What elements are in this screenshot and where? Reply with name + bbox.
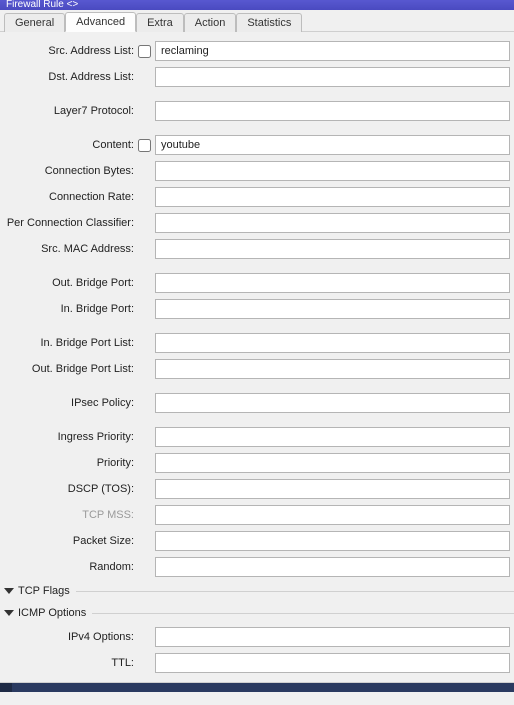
input-ttl[interactable] [155, 653, 510, 673]
label-out-bridge-port: Out. Bridge Port: [0, 277, 138, 289]
bottom-bar-segment [0, 683, 12, 692]
input-layer7-protocol[interactable] [155, 101, 510, 121]
tab-statistics[interactable]: Statistics [236, 13, 302, 32]
tab-label: General [15, 17, 54, 29]
input-tcp-mss[interactable] [155, 505, 510, 525]
label-layer7-protocol: Layer7 Protocol: [0, 105, 138, 117]
input-connection-rate[interactable] [155, 187, 510, 207]
bottom-bar-segment [12, 683, 514, 692]
form-advanced: Src. Address List: Dst. Address List: La… [0, 32, 514, 682]
input-per-connection-classifier[interactable] [155, 213, 510, 233]
label-dst-address-list: Dst. Address List: [0, 71, 138, 83]
tab-label: Statistics [247, 17, 291, 29]
invert-src-address-list[interactable] [138, 45, 151, 58]
input-ipv4-options[interactable] [155, 627, 510, 647]
label-ingress-priority: Ingress Priority: [0, 431, 138, 443]
input-in-bridge-port-list[interactable] [155, 333, 510, 353]
input-dst-address-list[interactable] [155, 67, 510, 87]
invert-content[interactable] [138, 139, 151, 152]
label-ttl: TTL: [0, 657, 138, 669]
input-ingress-priority[interactable] [155, 427, 510, 447]
input-priority[interactable] [155, 453, 510, 473]
tab-label: Extra [147, 17, 173, 29]
tab-extra[interactable]: Extra [136, 13, 184, 32]
label-ipv4-options: IPv4 Options: [0, 631, 138, 643]
input-ipsec-policy[interactable] [155, 393, 510, 413]
divider [76, 591, 514, 592]
input-src-mac-address[interactable] [155, 239, 510, 259]
label-dscp-tos: DSCP (TOS): [0, 483, 138, 495]
input-out-bridge-port-list[interactable] [155, 359, 510, 379]
input-content[interactable] [155, 135, 510, 155]
tab-general[interactable]: General [4, 13, 65, 32]
label-connection-rate: Connection Rate: [0, 191, 138, 203]
bottom-bar [0, 682, 514, 692]
input-dscp-tos[interactable] [155, 479, 510, 499]
input-src-address-list[interactable] [155, 41, 510, 61]
tab-label: Advanced [76, 16, 125, 28]
input-connection-bytes[interactable] [155, 161, 510, 181]
tabstrip: General Advanced Extra Action Statistics [0, 10, 514, 32]
input-out-bridge-port[interactable] [155, 273, 510, 293]
label-in-bridge-port: In. Bridge Port: [0, 303, 138, 315]
divider [92, 613, 514, 614]
label-tcp-mss: TCP MSS: [0, 509, 138, 521]
label-content: Content: [0, 139, 138, 151]
tab-action[interactable]: Action [184, 13, 237, 32]
window-title: Firewall Rule <> [6, 0, 78, 10]
label-in-bridge-port-list: In. Bridge Port List: [0, 337, 138, 349]
section-tcp-flags[interactable]: TCP Flags [0, 580, 514, 602]
label-out-bridge-port-list: Out. Bridge Port List: [0, 363, 138, 375]
chevron-down-icon [4, 610, 14, 616]
chevron-down-icon [4, 588, 14, 594]
input-in-bridge-port[interactable] [155, 299, 510, 319]
input-packet-size[interactable] [155, 531, 510, 551]
tab-advanced[interactable]: Advanced [65, 12, 136, 32]
label-random: Random: [0, 561, 138, 573]
label-ipsec-policy: IPsec Policy: [0, 397, 138, 409]
label-per-connection-classifier: Per Connection Classifier: [0, 217, 138, 229]
section-label: ICMP Options [18, 607, 86, 619]
window-titlebar[interactable]: Firewall Rule <> [0, 0, 514, 10]
section-icmp-options[interactable]: ICMP Options [0, 602, 514, 624]
label-priority: Priority: [0, 457, 138, 469]
section-label: TCP Flags [18, 585, 70, 597]
label-packet-size: Packet Size: [0, 535, 138, 547]
label-src-address-list: Src. Address List: [0, 45, 138, 57]
label-connection-bytes: Connection Bytes: [0, 165, 138, 177]
input-random[interactable] [155, 557, 510, 577]
tab-label: Action [195, 17, 226, 29]
label-src-mac-address: Src. MAC Address: [0, 243, 138, 255]
